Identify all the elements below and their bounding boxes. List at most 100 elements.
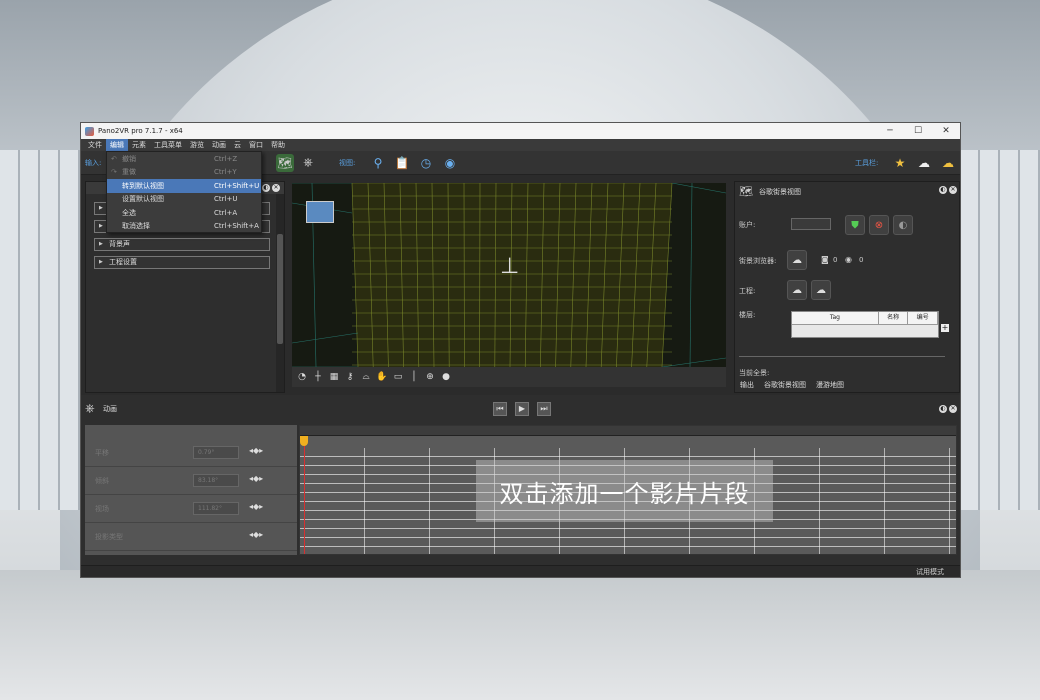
menu-elements[interactable]: 元素 — [128, 139, 150, 151]
tab-floor-plan[interactable]: 漫游地图 — [816, 380, 844, 390]
street-view-icon[interactable]: 🗺 — [276, 153, 294, 172]
hat-icon[interactable]: ⌓ — [360, 371, 372, 383]
menu-item-deselect[interactable]: 取消选择 Ctrl+Shift+A — [107, 220, 261, 234]
menu-window[interactable]: 窗口 — [245, 139, 267, 151]
divider: │ — [411, 372, 417, 382]
playhead[interactable] — [304, 436, 305, 554]
menu-item-select-all[interactable]: 全选 Ctrl+A — [107, 206, 261, 220]
track-projection[interactable]: 投影类型 ◂◆▸ — [85, 525, 297, 551]
viewport-toolbar: ◔ ┼ ▦ ⚷ ⌓ ✋ ▭ │ ⊕ ● — [292, 367, 726, 387]
menu-animation[interactable]: 动画 — [208, 139, 230, 151]
clock-icon[interactable]: ◷ — [417, 154, 435, 172]
table-row[interactable] — [792, 324, 938, 337]
tab-street-view[interactable]: 谷歌街景视图 — [764, 380, 806, 390]
clipboard-icon[interactable]: 📋 — [393, 154, 411, 172]
camera-icon: ◙ — [821, 255, 829, 264]
window-title: Pano2VR pro 7.1.7 - x64 — [98, 127, 183, 135]
current-pano-label: 当前全景: — [739, 369, 770, 377]
playhead-marker[interactable] — [300, 436, 308, 446]
undock-icon[interactable]: ◐ — [939, 405, 947, 413]
play-button[interactable]: ▶ — [515, 402, 529, 416]
track-fov[interactable]: 视场 111.82° ◂◆▸ — [85, 497, 297, 523]
star-tool-icon[interactable]: ★ — [891, 154, 909, 172]
viewpoint-thumbnail-icon[interactable] — [306, 201, 334, 223]
close-button[interactable]: ✕ — [932, 126, 960, 136]
tag-table: Tag 名称 编号 — [791, 311, 939, 338]
keyframe-nav-icon[interactable]: ◂◆▸ — [249, 530, 263, 539]
undock-icon[interactable]: ◐ — [939, 186, 947, 194]
menu-cloud[interactable]: 云 — [230, 139, 245, 151]
key-icon[interactable]: ⚷ — [344, 371, 356, 383]
menu-tools[interactable]: 工具菜单 — [150, 139, 186, 151]
view-count: 0 — [859, 256, 864, 264]
right-panel-tabs: 输出 谷歌街景视图 漫游地图 — [734, 378, 960, 392]
keyframe-nav-icon[interactable]: ◂◆▸ — [249, 502, 263, 511]
edit-menu-dropdown: ↶ 撤销 Ctrl+Z ↷ 重做 Ctrl+Y 转到默认视图 Ctrl+Shif… — [106, 151, 262, 233]
eye-icon[interactable]: ◉ — [441, 154, 459, 172]
hand-icon[interactable]: ✋ — [376, 371, 388, 383]
maximize-button[interactable]: ☐ — [904, 126, 932, 136]
share-tool-icon[interactable]: ☁ — [939, 154, 957, 172]
tools-label: 工具栏: — [855, 158, 879, 167]
menu-item-set-default-view[interactable]: 设置默认视图 Ctrl+U — [107, 193, 261, 207]
film-reel-icon[interactable]: ⎈ — [299, 154, 317, 172]
menu-item-redo[interactable]: ↷ 重做 Ctrl+Y — [107, 166, 261, 180]
add-row-icon[interactable]: + — [941, 324, 949, 332]
svg-text:⊥: ⊥ — [500, 254, 519, 279]
cloud-upload-project-icon[interactable]: ☁ — [787, 280, 807, 300]
previous-button[interactable]: ⏮ — [493, 402, 507, 416]
cloud-tool-icon[interactable]: ☁ — [915, 154, 933, 172]
target-icon[interactable]: ⊕ — [424, 371, 436, 383]
compass-icon[interactable]: ◔ — [296, 371, 308, 383]
account-select[interactable] — [791, 218, 831, 230]
undo-icon: ↶ — [111, 154, 117, 163]
view-label: 视图: — [339, 158, 356, 167]
track-pan[interactable]: 平移 0.79° ◂◆▸ — [85, 441, 297, 467]
menu-bar: 文件 编辑 元素 工具菜单 游览 动画 云 窗口 帮助 — [81, 139, 960, 151]
color-icon[interactable]: ● — [440, 371, 452, 383]
film-reel-icon: ⎈ — [85, 401, 95, 415]
photo-count: 0 — [833, 256, 838, 264]
track-labels: 平移 0.79° ◂◆▸ 倾斜 83.18° ◂◆▸ 视场 111.82° ◂◆… — [85, 425, 297, 555]
keyframe-nav-icon[interactable]: ◂◆▸ — [249, 474, 263, 483]
cloud-download-project-icon[interactable]: ☁ — [811, 280, 831, 300]
panel-close-icon[interactable]: ✕ — [949, 186, 957, 194]
panel-close-icon[interactable]: ✕ — [949, 405, 957, 413]
refresh-icon[interactable]: ◐ — [893, 215, 913, 235]
next-button[interactable]: ⏭ — [537, 402, 551, 416]
tier-label: 楼层: — [739, 311, 756, 319]
project-label: 工程: — [739, 287, 756, 295]
track-tilt[interactable]: 倾斜 83.18° ◂◆▸ — [85, 469, 297, 495]
crosshair-icon[interactable]: ┼ — [312, 371, 324, 383]
menu-item-undo[interactable]: ↶ 撤销 Ctrl+Z — [107, 152, 261, 166]
image-icon[interactable]: ▭ — [392, 371, 404, 383]
minimize-button[interactable]: ─ — [876, 126, 904, 136]
binoculars-icon[interactable]: ⚲ — [369, 154, 387, 172]
left-panel-scrollbar[interactable] — [276, 194, 284, 392]
browser-label: 街景浏览器: — [739, 257, 777, 265]
menu-file[interactable]: 文件 — [84, 139, 106, 151]
shield-icon[interactable]: ⛊ — [845, 215, 865, 235]
menu-tour[interactable]: 游览 — [186, 139, 208, 151]
menu-item-goto-default-view[interactable]: 转到默认视图 Ctrl+Shift+U — [107, 179, 261, 193]
account-label: 账户: — [739, 221, 756, 229]
undock-icon[interactable]: ◐ — [262, 184, 270, 192]
remove-account-icon[interactable]: ⊗ — [869, 215, 889, 235]
section-background-sound[interactable]: 背景声 — [94, 238, 270, 251]
status-bar: 试用模式 — [81, 565, 960, 577]
panorama-viewport[interactable]: ⊥ — [292, 183, 726, 367]
app-icon — [85, 126, 94, 136]
timeline-ruler[interactable] — [300, 426, 956, 436]
table-header-number: 编号 — [908, 312, 938, 324]
menu-edit[interactable]: 编辑 — [106, 139, 128, 151]
street-view-panel-icon: 🗺 — [739, 185, 753, 198]
right-panel: 🗺 谷歌街景视图 ◐ ✕ 账户: ⛊ ⊗ ◐ 街景浏览器: ☁ ◙ 0 ◉ 0 … — [734, 181, 960, 393]
grid-icon[interactable]: ▦ — [328, 371, 340, 383]
menu-help[interactable]: 帮助 — [267, 139, 289, 151]
table-header-name: 名称 — [879, 312, 909, 324]
tab-output[interactable]: 输出 — [740, 380, 754, 390]
panel-close-icon[interactable]: ✕ — [272, 184, 280, 192]
cloud-upload-icon[interactable]: ☁ — [787, 250, 807, 270]
section-project-settings[interactable]: 工程设置 — [94, 256, 270, 269]
keyframe-nav-icon[interactable]: ◂◆▸ — [249, 446, 263, 455]
